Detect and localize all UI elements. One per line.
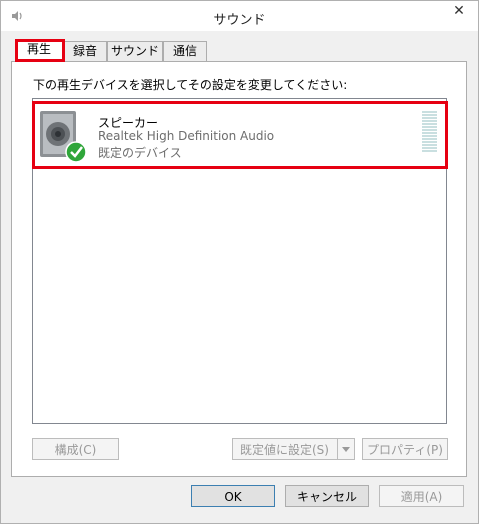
properties-button[interactable]: プロパティ(P) — [362, 438, 448, 460]
tab-sounds[interactable]: サウンド — [107, 41, 163, 61]
close-button[interactable]: ✕ — [446, 1, 472, 21]
tab-recording[interactable]: 録音 — [63, 41, 107, 61]
ok-button[interactable]: OK — [191, 485, 275, 507]
configure-button[interactable]: 構成(C) — [32, 438, 119, 460]
apply-button[interactable]: 適用(A) — [379, 485, 464, 507]
title-bar: サウンド ✕ — [1, 1, 478, 31]
dropdown-arrow-icon[interactable] — [337, 439, 354, 459]
tab-communications[interactable]: 通信 — [163, 41, 207, 61]
set-default-button[interactable]: 既定値に設定(S) — [232, 438, 355, 460]
tab-highlight-box — [15, 39, 65, 62]
set-default-label: 既定値に設定(S) — [240, 443, 329, 457]
window-title: サウンド — [213, 13, 266, 28]
device-highlight-box — [32, 101, 448, 169]
instruction-text: 下の再生デバイスを選択してその設定を変更してください: — [33, 78, 348, 92]
sound-dialog: サウンド ✕ 再生 録音 サウンド 通信 下の再生デバイスを選択してその設定を変… — [0, 0, 479, 524]
cancel-button[interactable]: キャンセル — [285, 485, 369, 507]
